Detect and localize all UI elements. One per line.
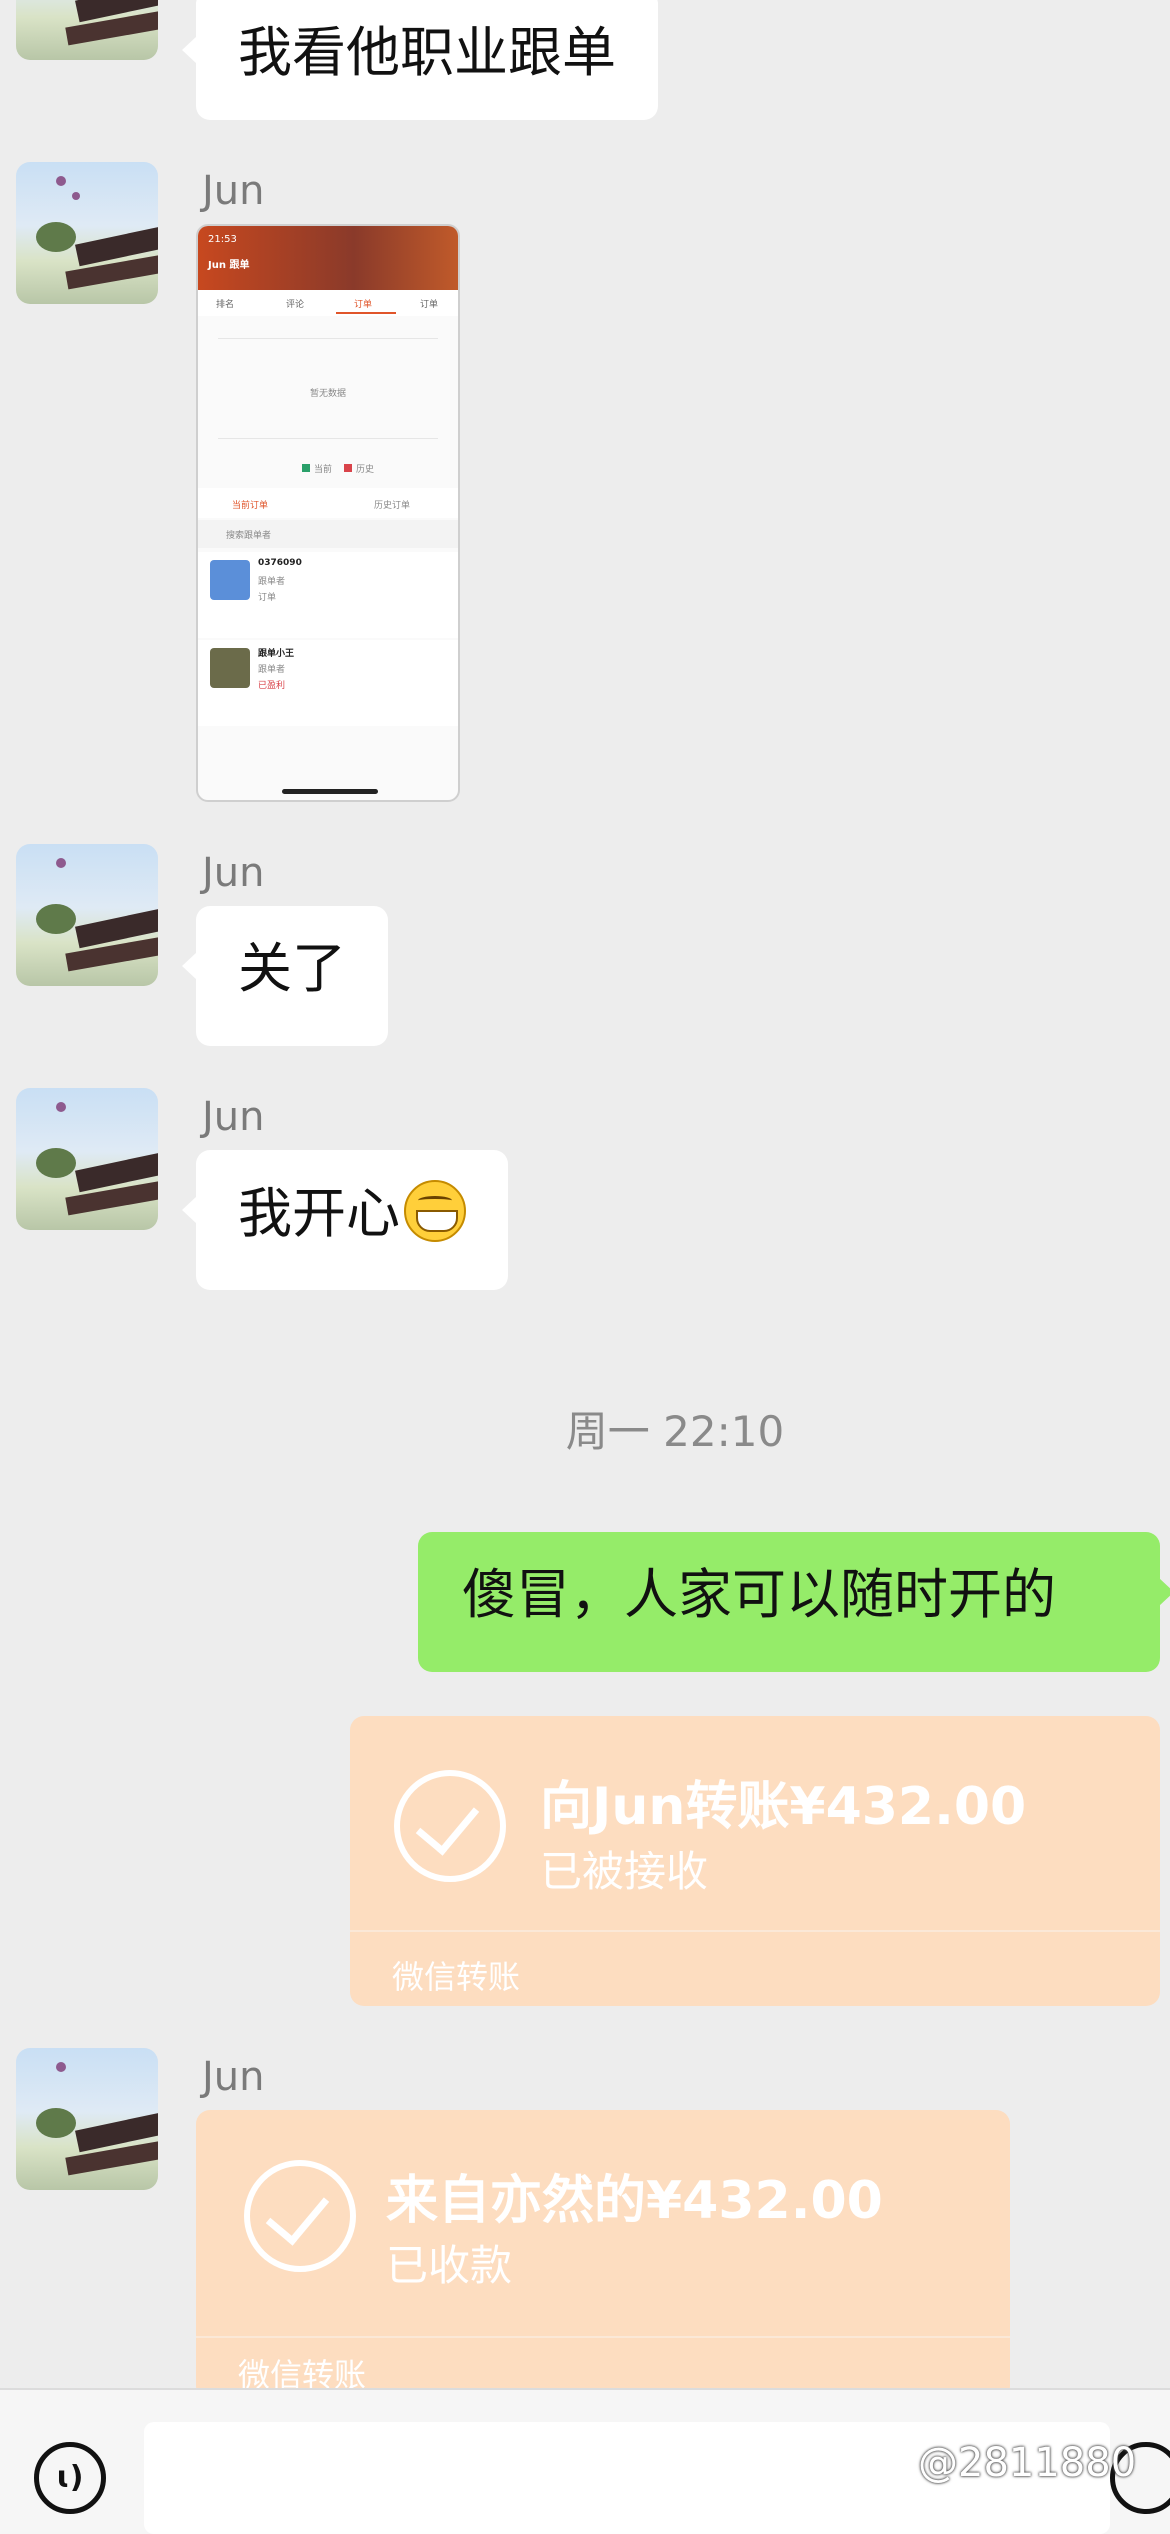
message-bubble[interactable]: 关了 <box>182 906 388 1046</box>
message-bubble[interactable]: 我看他职业跟单 <box>182 0 658 120</box>
transfer-card-received[interactable]: 来自亦然的¥432.00 已收款 微信转账 <box>196 2110 1010 2400</box>
avatar[interactable] <box>16 844 158 986</box>
transfer-status: 已收款 <box>386 2241 513 2290</box>
avatar[interactable] <box>16 1088 158 1230</box>
transfer-status: 已被接收 <box>540 1847 709 1896</box>
message-text: 我开心 <box>238 1182 400 1245</box>
transfer-title: 来自亦然的¥432.00 <box>386 2171 883 2231</box>
check-circle-icon <box>394 1770 506 1882</box>
sender-name: Jun <box>202 168 265 214</box>
sender-name: Jun <box>202 1094 265 1140</box>
message-bubble-self[interactable]: 傻冒，人家可以随时开的 <box>418 1532 1170 1672</box>
message-text: 傻冒，人家可以随时开的 <box>462 1563 1056 1626</box>
message-text: 关了 <box>238 937 346 1000</box>
screenshot-tabs: 排名 评论 订单 订单 <box>198 290 458 316</box>
watermark: @2811880 <box>918 2440 1137 2486</box>
voice-icon[interactable]: ɩ) <box>34 2442 106 2514</box>
message-text: 我看他职业跟单 <box>238 21 616 84</box>
transfer-title: 向Jun转账¥432.00 <box>540 1777 1027 1837</box>
image-message[interactable]: 21:53 Jun 跟单 排名 评论 订单 订单 暂无数据 当前 历史 当前订单… <box>196 224 460 802</box>
empty-text: 暂无数据 <box>310 389 347 399</box>
avatar[interactable] <box>16 0 158 60</box>
sender-name: Jun <box>202 2054 265 2100</box>
message-bubble[interactable]: 我开心 <box>182 1150 508 1290</box>
avatar[interactable] <box>16 2048 158 2190</box>
sender-name: Jun <box>202 850 265 896</box>
avatar[interactable] <box>16 162 158 304</box>
grinning-face-icon <box>404 1180 466 1242</box>
timestamp: 周一 22:10 <box>565 1407 785 1456</box>
screenshot-header: 21:53 Jun 跟单 <box>198 226 458 290</box>
check-circle-icon <box>244 2160 356 2272</box>
transfer-footer: 微信转账 <box>392 1958 521 1996</box>
transfer-card-sent[interactable]: 向Jun转账¥432.00 已被接收 微信转账 <box>350 1716 1160 2006</box>
